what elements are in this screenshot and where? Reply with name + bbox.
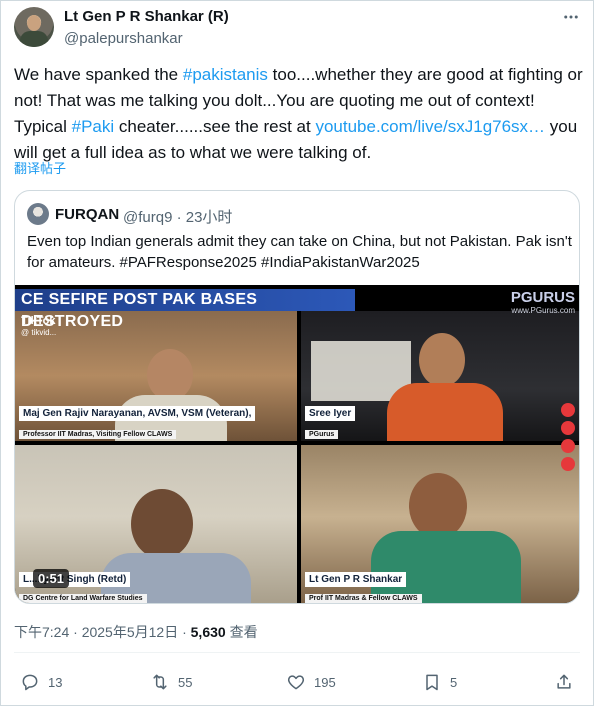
panel-name-tag: Lt Gen P R Shankar (305, 572, 407, 587)
author-handle[interactable]: @palepurshankar (64, 30, 183, 47)
quoted-author-avatar[interactable] (27, 203, 49, 225)
youtube-link[interactable]: youtube.com/live/sxJ1g76sx… (315, 117, 545, 136)
like-badge-icon (561, 403, 575, 417)
quoted-tweet-text: Even top Indian generals admit they can … (27, 233, 572, 271)
video-banner: CE SEFIRE POST PAK BASES DESTROYED (15, 289, 355, 330)
translate-post-link[interactable]: 翻译帖子 (14, 158, 66, 177)
panel-subtitle: DG Centre for Land Warfare Studies (19, 594, 147, 603)
tiktok-handle: @ tikvid... (21, 328, 57, 337)
hashtag-link[interactable]: #pakistanis (183, 65, 268, 84)
quoted-video[interactable]: CE SEFIRE POST PAK BASES DESTROYED PGURU… (15, 285, 579, 603)
share-badge-icon (561, 439, 575, 453)
bookmark-icon (426, 674, 438, 691)
play-badge-icon (561, 457, 575, 471)
like-button[interactable]: 195 (286, 671, 336, 693)
view-count: 5,630 (190, 624, 226, 640)
tweet-text-segment: cheater......see the rest at (114, 117, 316, 136)
panel-person-head (419, 333, 465, 387)
bookmark-count: 5 (450, 674, 458, 690)
comment-badge-icon (561, 421, 575, 435)
divider (14, 652, 580, 653)
author-name[interactable]: Lt Gen P R Shankar (R) (64, 8, 229, 25)
panel-subtitle: Prof IIT Madras & Fellow CLAWS (305, 594, 422, 603)
like-icon (287, 675, 305, 690)
video-duration: 0:51 (33, 569, 70, 588)
view-label: 查看 (225, 624, 258, 640)
reply-count: 13 (48, 674, 63, 690)
panel-person-body (387, 383, 503, 441)
video-panel-2: Sree Iyer PGurus (301, 311, 579, 441)
panel-subtitle: PGurus (305, 430, 339, 439)
tiktok-watermark: TikTok @ tikvid... (21, 315, 56, 339)
tweet-text: We have spanked the #pakistanis too....w… (14, 62, 584, 166)
panel-person-head (147, 349, 193, 401)
repost-icon (153, 674, 167, 690)
share-icon (557, 674, 571, 689)
pgurus-logo-url: www.PGurus.com (511, 306, 575, 315)
bookmark-button[interactable]: 5 (422, 671, 457, 693)
quoted-tweet[interactable]: FURQAN @furq9 · 23小时 Even top Indian gen… (14, 190, 580, 604)
quoted-author-handle[interactable]: @furq9 · 23小时 (123, 206, 232, 227)
tweet-meta: 下午7:24 · 2025年5月12日 · 5,630 查看 (14, 622, 258, 642)
reply-icon (22, 674, 38, 691)
reply-button[interactable]: 13 (20, 671, 62, 693)
pgurus-logo: PGURUS www.PGurus.com (511, 289, 575, 315)
repost-count: 55 (178, 674, 193, 690)
video-panel-4: Lt Gen P R Shankar Prof IIT Madras & Fel… (301, 445, 579, 603)
panel-subtitle: Professor IIT Madras, Visiting Fellow CL… (19, 430, 177, 439)
avatar-body (20, 31, 48, 47)
panel-name-tag: Maj Gen Rajiv Narayanan, AVSM, VSM (Vete… (19, 406, 256, 421)
tiktok-label: TikTok (21, 315, 56, 327)
tweet-text-segment: We have spanked the (14, 65, 183, 84)
video-side-icons (561, 403, 577, 475)
avatar-face (27, 15, 41, 31)
panel-name-tag: Sree Iyer (305, 406, 356, 421)
panel-person-head (409, 473, 467, 539)
panel-person-head (131, 489, 193, 559)
author-avatar[interactable] (14, 7, 54, 47)
hashtag-link[interactable]: #Paki (72, 117, 115, 136)
quoted-author-name[interactable]: FURQAN (55, 206, 119, 223)
repost-button[interactable]: 55 (150, 671, 192, 693)
pgurus-logo-text: PGURUS (510, 289, 575, 306)
like-count: 195 (314, 674, 336, 690)
share-button[interactable] (554, 671, 582, 693)
more-icon[interactable] (560, 6, 582, 28)
tweet-timestamp[interactable]: 下午7:24 · 2025年5月12日 · (14, 624, 191, 640)
